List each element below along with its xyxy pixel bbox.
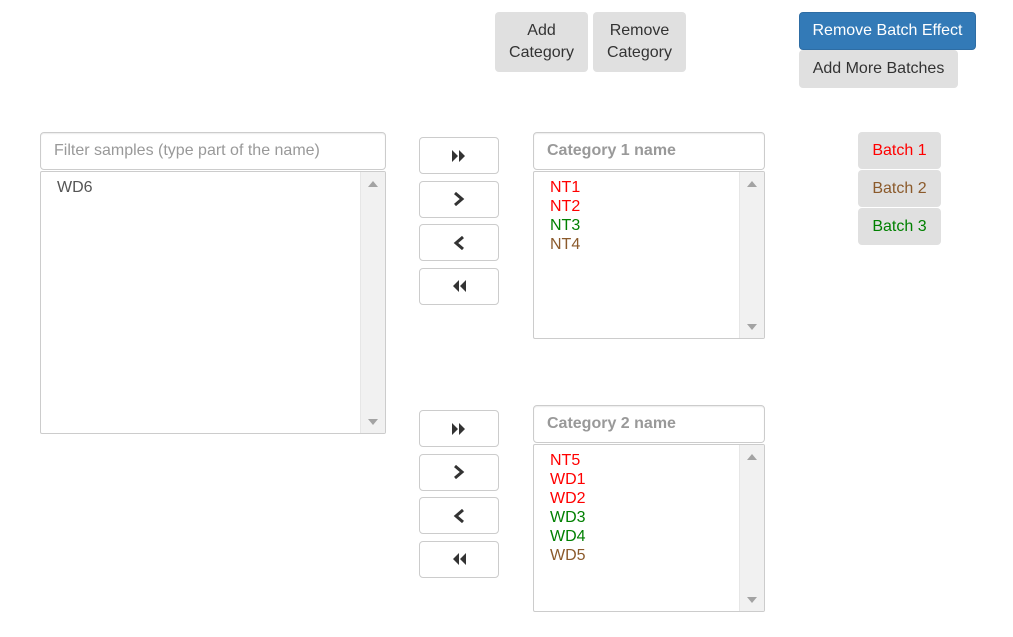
- samples-list[interactable]: WD6: [40, 171, 386, 434]
- category-2-scrollbar[interactable]: [739, 445, 764, 611]
- remove-batch-effect-button[interactable]: Remove Batch Effect: [799, 12, 976, 50]
- move-all-right-icon: [452, 422, 465, 435]
- add-category-label-line2: Category: [509, 44, 574, 61]
- move-all-left-icon: [453, 553, 466, 565]
- move-left-button[interactable]: [419, 497, 499, 534]
- list-item[interactable]: NT1: [550, 178, 734, 197]
- move-right-icon: [454, 192, 465, 206]
- sample-filter-input[interactable]: [40, 132, 386, 170]
- move-right-button[interactable]: [419, 453, 499, 491]
- batch-3-button[interactable]: Batch 3: [858, 208, 941, 245]
- scroll-down-icon[interactable]: [747, 324, 757, 330]
- list-item[interactable]: NT5: [550, 451, 734, 470]
- list-item[interactable]: NT2: [550, 197, 734, 216]
- scroll-up-icon[interactable]: [747, 454, 757, 460]
- list-item[interactable]: WD6: [57, 178, 355, 197]
- move-all-right-button[interactable]: [419, 410, 499, 447]
- move-left-icon: [453, 508, 464, 523]
- category-1-name-input[interactable]: [533, 132, 765, 170]
- list-item[interactable]: NT3: [550, 216, 734, 235]
- list-item[interactable]: NT4: [550, 235, 734, 254]
- move-all-right-button[interactable]: [419, 137, 499, 174]
- move-all-left-icon: [453, 280, 466, 292]
- category-1-list[interactable]: NT1 NT2 NT3 NT4: [533, 171, 765, 339]
- scroll-up-icon[interactable]: [747, 181, 757, 187]
- move-left-icon: [453, 235, 464, 250]
- remove-category-label-line2: Category: [607, 44, 672, 61]
- remove-category-label-line1: Remove: [609, 22, 670, 39]
- scroll-up-icon[interactable]: [368, 181, 378, 187]
- list-item[interactable]: WD3: [550, 508, 734, 527]
- move-all-left-button[interactable]: [419, 540, 499, 578]
- list-item[interactable]: WD5: [550, 546, 734, 565]
- list-item[interactable]: WD1: [550, 470, 734, 489]
- category-2-list[interactable]: NT5 WD1 WD2 WD3 WD4 WD5: [533, 444, 765, 612]
- batch-2-button[interactable]: Batch 2: [858, 170, 941, 207]
- remove-category-button[interactable]: Remove Category: [593, 12, 686, 72]
- list-item[interactable]: WD4: [550, 527, 734, 546]
- move-left-button[interactable]: [419, 224, 499, 261]
- add-category-label-line1: Add: [527, 22, 556, 39]
- scroll-down-icon[interactable]: [368, 419, 378, 425]
- batch-1-button[interactable]: Batch 1: [858, 132, 941, 169]
- add-more-batches-button[interactable]: Add More Batches: [799, 50, 958, 88]
- move-right-icon: [454, 465, 465, 479]
- add-category-button[interactable]: Add Category: [495, 12, 588, 72]
- move-all-left-button[interactable]: [419, 267, 499, 305]
- scroll-down-icon[interactable]: [747, 597, 757, 603]
- move-right-button[interactable]: [419, 180, 499, 218]
- move-all-right-icon: [452, 149, 465, 162]
- category-1-scrollbar[interactable]: [739, 172, 764, 338]
- list-item[interactable]: WD2: [550, 489, 734, 508]
- samples-scrollbar[interactable]: [360, 172, 385, 433]
- category-2-name-input[interactable]: [533, 405, 765, 443]
